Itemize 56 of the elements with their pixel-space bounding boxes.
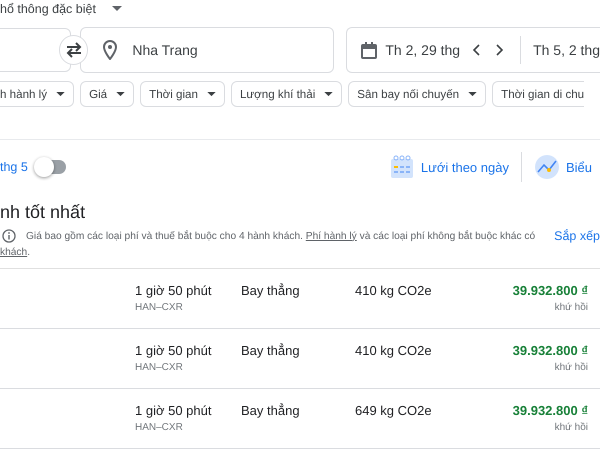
section-title: nh tốt nhất [0,202,86,223]
flight-emissions: 410 kg CO2e [355,283,433,298]
price-note: khứ hồi [554,302,588,313]
price-notice-continued: khách. [0,247,32,258]
filter-chip[interactable]: Thời gian di chu [492,81,584,107]
filter-chip[interactable]: Giá [80,81,134,107]
flight-price: 39.932.800 ₫ [512,403,588,418]
price-notice: Giá bao gồm các loại phí và thuế bắt buộc cho 4 hành khách. Phí hành lý và các loại phí không bắt buộc khác có [26,230,536,242]
caret-icon [324,92,334,96]
location-pin-icon [103,40,118,60]
baggage-fee-link[interactable]: Phí hành lý [306,230,357,242]
flight-duration: 1 giờ 50 phút [135,403,212,418]
departure-date[interactable]: Th 2, 29 thg [385,42,460,58]
filter-chip[interactable]: Lượng khí thải [230,81,342,107]
info-icon [2,229,16,243]
caret-icon [116,92,126,96]
flight-price: 39.932.800 ₫ [512,343,588,358]
destination-field[interactable]: Nha Trang [80,27,334,73]
line-chart-icon [534,154,560,180]
flight-row[interactable]: 1 giờ 50 phút HAN–CXR Bay thẳng 410 kg CO2e 39.932.800 ₫ khứ hồi [0,329,600,389]
flight-stops: Bay thẳng [241,283,301,298]
flight-price: 39.932.800 ₫ [512,283,588,298]
date-toggle-label: thg 5 [0,160,28,174]
caret-icon [206,92,216,96]
caret-icon [56,92,66,96]
filter-chip[interactable]: Thời gian [140,81,225,107]
flight-route: HAN–CXR [135,302,183,313]
flight-duration: 1 giờ 50 phút [135,343,212,358]
passenger-link[interactable]: khách [0,247,28,258]
flight-duration: 1 giờ 50 phút [135,283,212,298]
flight-row[interactable]: 1 giờ 50 phút HAN–CXR Bay thẳng 410 kg CO2e 39.932.800 ₫ khứ hồi [0,269,600,329]
swap-button[interactable] [58,35,88,65]
cabin-class-label[interactable]: hổ thông đặc biệt [0,2,96,16]
flight-route: HAN–CXR [135,362,183,373]
caret-icon [112,6,122,12]
flight-emissions: 649 kg CO2e [355,403,433,418]
flight-route: HAN–CXR [135,422,183,433]
flight-row[interactable]: 1 giờ 50 phút HAN–CXR Bay thẳng 649 kg CO2e 39.932.800 ₫ khứ hồi [0,389,600,449]
flight-stops: Bay thẳng [241,343,301,358]
flight-stops: Bay thẳng [241,403,301,418]
calendar-icon [361,42,378,58]
return-date[interactable]: Th 5, 2 thg [533,42,600,58]
sort-button[interactable]: Sắp xếp [554,229,600,243]
toggle-switch[interactable] [36,160,66,174]
price-note: khứ hồi [554,362,588,373]
filter-chip[interactable]: Sân bay nối chuyến [348,81,486,107]
price-note: khứ hồi [554,422,588,433]
calendar-grid-icon [388,154,415,180]
caret-icon [468,92,478,96]
price-graph-button[interactable]: Biểu [526,154,600,180]
date-field[interactable]: Th 2, 29 thg Th 5, 2 thg [346,27,600,73]
flight-emissions: 410 kg CO2e [355,343,433,358]
date-grid-button[interactable]: Lưới theo ngày [380,154,517,180]
chevron-right-icon[interactable] [496,44,504,56]
filter-chip[interactable]: h hành lý [0,81,74,107]
chevron-left-icon[interactable] [472,44,480,56]
